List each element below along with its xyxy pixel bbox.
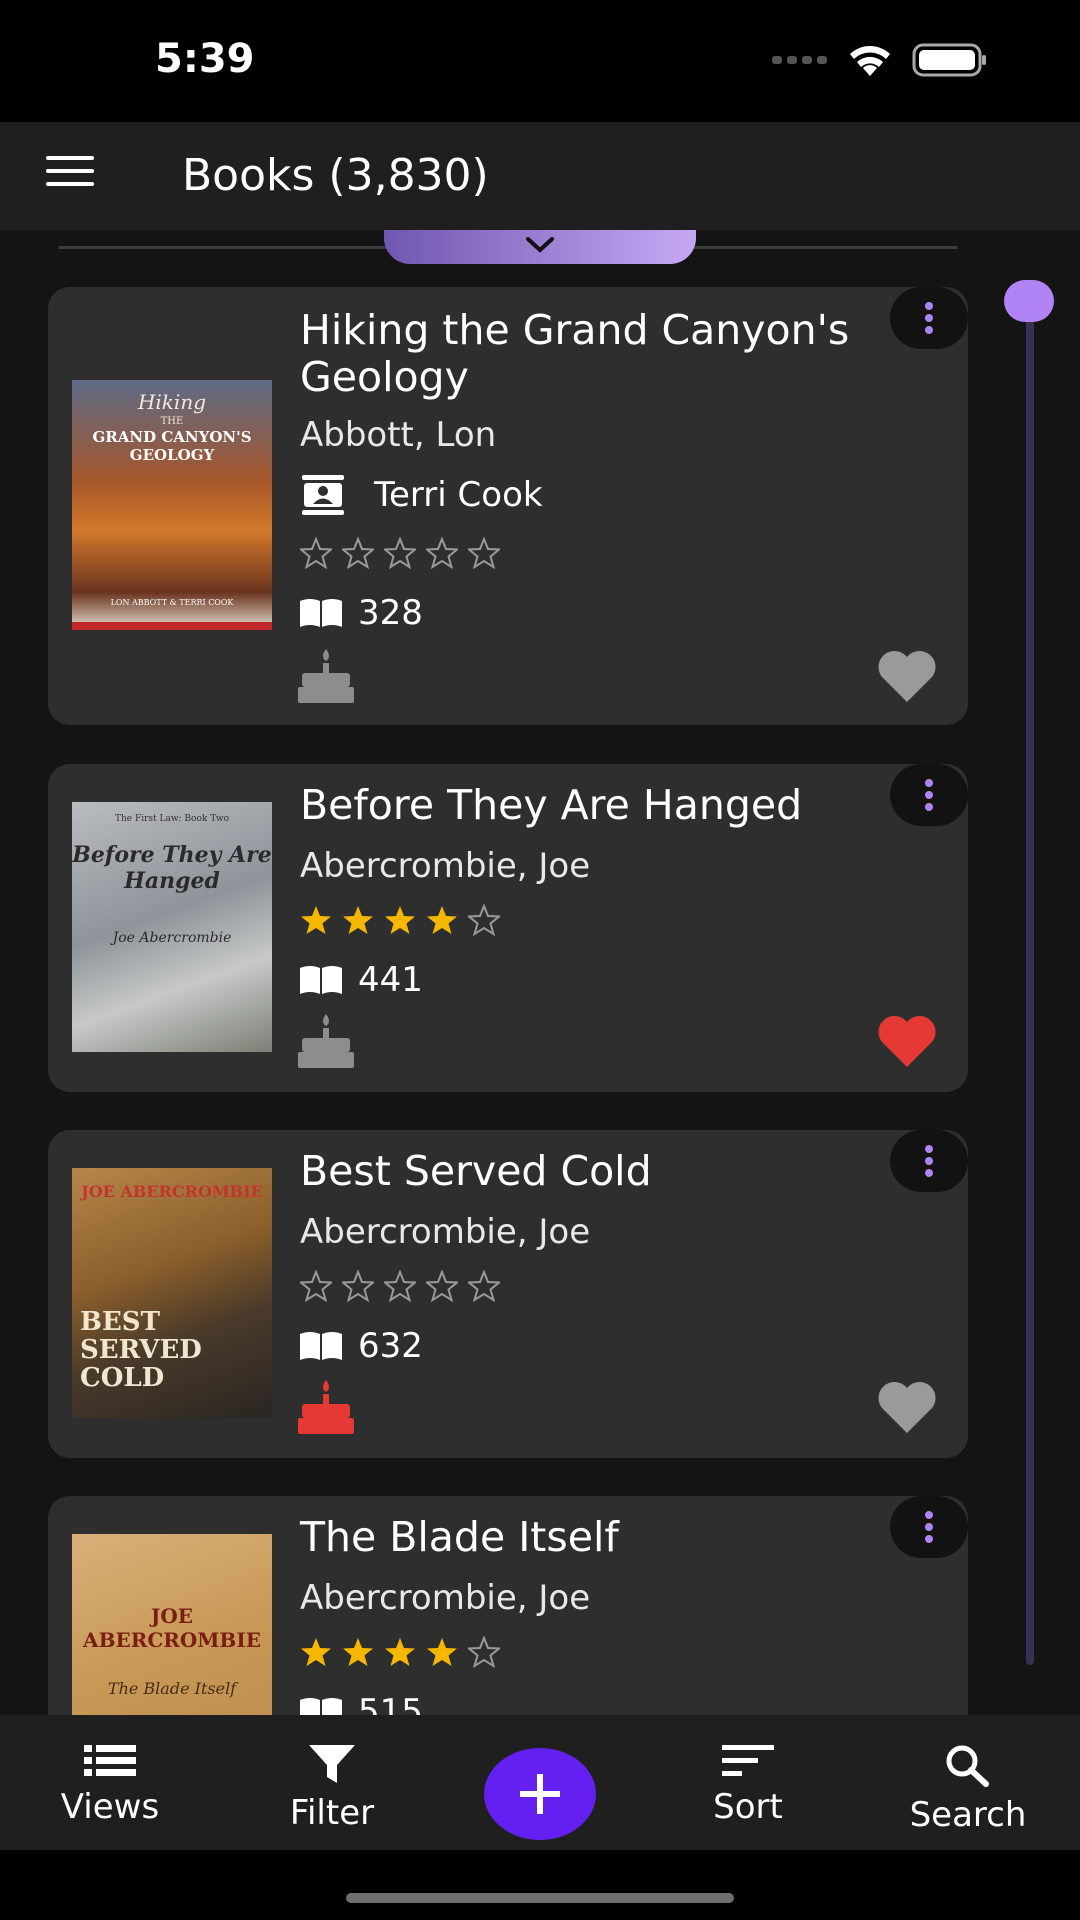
- nav-sort-label: Sort: [713, 1787, 783, 1827]
- cellular-signal-icon: [772, 56, 827, 64]
- book-card[interactable]: Hiking THE GRAND CANYON'S GEOLOGY LON AB…: [48, 287, 968, 725]
- nav-views-label: Views: [60, 1787, 160, 1827]
- book-title: The Blade Itself: [300, 1513, 619, 1561]
- rating-stars[interactable]: [300, 1636, 500, 1668]
- book-author: Abercrombie, Joe: [300, 1578, 591, 1618]
- nav-views-button[interactable]: Views: [10, 1743, 210, 1827]
- book-card[interactable]: The First Law: Book Two Before They Are …: [48, 764, 968, 1092]
- page-count-value: 632: [358, 1326, 423, 1366]
- book-title: Best Served Cold: [300, 1147, 652, 1195]
- star-filled-icon[interactable]: [300, 1636, 332, 1668]
- favorite-heart-icon[interactable]: [874, 647, 940, 705]
- rating-stars[interactable]: [300, 1270, 500, 1302]
- open-book-icon: [300, 1332, 342, 1360]
- home-indicator[interactable]: [346, 1893, 734, 1903]
- view-list-icon: [84, 1745, 136, 1776]
- nav-filter-button[interactable]: Filter: [232, 1743, 432, 1833]
- nav-sort-button[interactable]: Sort: [648, 1743, 848, 1827]
- filter-icon: [309, 1745, 355, 1783]
- star-filled-icon[interactable]: [384, 1636, 416, 1668]
- star-outline-icon[interactable]: [468, 1270, 500, 1302]
- open-book-icon: [300, 966, 342, 994]
- page-count-value: 515: [358, 1692, 423, 1715]
- star-outline-icon[interactable]: [468, 904, 500, 936]
- book-card[interactable]: JOE ABERCROMBIE BEST SERVED COLD Best Se…: [48, 1130, 968, 1458]
- book-cover: JOE ABERCROMBIE The Blade Itself: [72, 1534, 272, 1715]
- star-outline-icon[interactable]: [342, 1270, 374, 1302]
- star-outline-icon[interactable]: [384, 1270, 416, 1302]
- nav-filter-label: Filter: [289, 1793, 375, 1833]
- page-count: 328: [298, 593, 423, 633]
- narrator-row: Terri Cook: [300, 473, 543, 517]
- star-filled-icon[interactable]: [426, 904, 458, 936]
- add-book-button[interactable]: [484, 1748, 596, 1840]
- open-book-icon: [300, 1698, 342, 1715]
- chevron-down-icon: [526, 237, 554, 253]
- book-list[interactable]: Hiking THE GRAND CANYON'S GEOLOGY LON AB…: [0, 230, 1080, 1715]
- star-outline-icon[interactable]: [342, 537, 374, 569]
- open-book-icon: [300, 599, 342, 627]
- star-filled-icon[interactable]: [300, 904, 332, 936]
- book-author: Abercrombie, Joe: [300, 1212, 591, 1252]
- book-title: Hiking the Grand Canyon's Geology: [300, 306, 850, 401]
- book-title: Before They Are Hanged: [300, 781, 803, 829]
- favorite-heart-icon[interactable]: [874, 1012, 940, 1070]
- page-count: 515: [298, 1692, 423, 1715]
- star-outline-icon[interactable]: [300, 1270, 332, 1302]
- nav-search-label: Search: [909, 1795, 1027, 1835]
- page-count: 441: [298, 960, 423, 1000]
- favorite-heart-icon[interactable]: [874, 1378, 940, 1436]
- plus-icon: [520, 1774, 560, 1814]
- status-bar: 5:39: [0, 0, 1080, 122]
- page-count-value: 328: [358, 593, 423, 633]
- page-count-value: 441: [358, 960, 423, 1000]
- book-cover: Hiking THE GRAND CANYON'S GEOLOGY LON AB…: [72, 380, 272, 630]
- book-cover: The First Law: Book Two Before They Are …: [72, 802, 272, 1052]
- book-cover: JOE ABERCROMBIE BEST SERVED COLD: [72, 1168, 272, 1418]
- book-author: Abbott, Lon: [300, 415, 497, 455]
- expand-header-button[interactable]: [384, 230, 696, 264]
- book-card[interactable]: JOE ABERCROMBIE The Blade Itself The Bla…: [48, 1496, 968, 1715]
- star-filled-icon[interactable]: [384, 904, 416, 936]
- bottom-navigation: Views Filter Sort Search: [0, 1715, 1080, 1850]
- battery-icon: [912, 43, 986, 77]
- narrator-name: Terri Cook: [374, 475, 543, 515]
- status-icons: [772, 42, 988, 78]
- home-indicator-area: [0, 1850, 1080, 1920]
- wifi-icon: [850, 46, 890, 76]
- star-filled-icon[interactable]: [342, 1636, 374, 1668]
- narrator-icon: [302, 475, 344, 515]
- star-outline-icon[interactable]: [468, 1636, 500, 1668]
- page-count: 632: [298, 1326, 423, 1366]
- star-outline-icon[interactable]: [300, 537, 332, 569]
- app-bar: Books (3,830): [0, 122, 1080, 230]
- page-title: Books (3,830): [182, 150, 489, 201]
- star-outline-icon[interactable]: [468, 537, 500, 569]
- rating-stars[interactable]: [300, 904, 500, 936]
- scrollbar-thumb[interactable]: [1004, 280, 1054, 322]
- rating-stars[interactable]: [300, 537, 500, 569]
- status-time: 5:39: [155, 36, 255, 82]
- star-filled-icon[interactable]: [342, 904, 374, 936]
- hamburger-menu-icon[interactable]: [46, 156, 94, 196]
- birthday-cake-icon: [298, 1014, 354, 1068]
- book-author: Abercrombie, Joe: [300, 846, 591, 886]
- star-outline-icon[interactable]: [426, 537, 458, 569]
- search-icon: [946, 1745, 989, 1787]
- birthday-cake-icon: [298, 649, 354, 703]
- sort-icon: [722, 1745, 774, 1776]
- star-outline-icon[interactable]: [384, 537, 416, 569]
- scrollbar-track[interactable]: [1026, 300, 1034, 1665]
- star-outline-icon[interactable]: [426, 1270, 458, 1302]
- nav-search-button[interactable]: Search: [868, 1743, 1068, 1835]
- star-filled-icon[interactable]: [426, 1636, 458, 1668]
- birthday-cake-icon: [298, 1380, 354, 1434]
